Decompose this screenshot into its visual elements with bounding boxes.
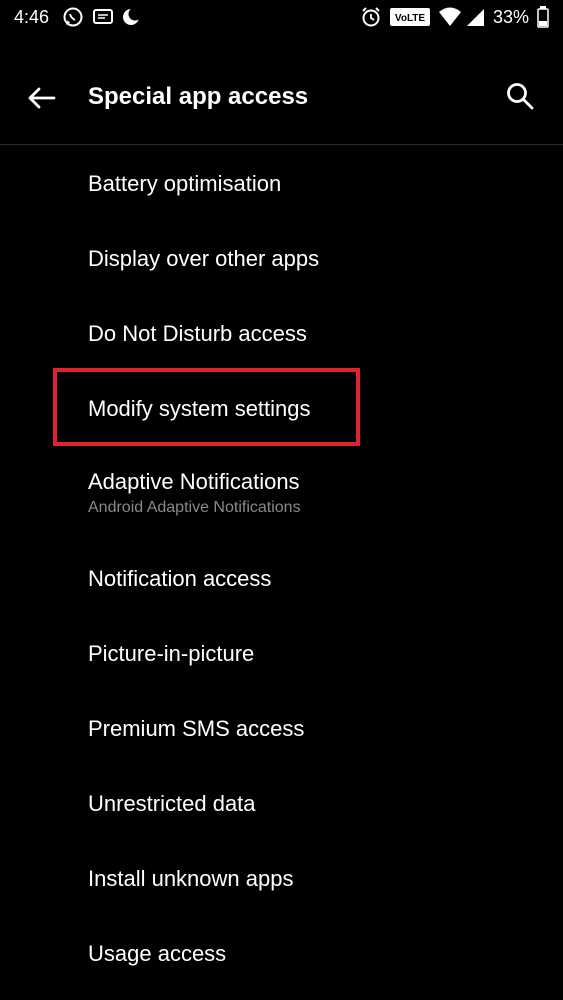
list-item-label: Install unknown apps (88, 866, 294, 891)
list-item-label: Display over other apps (88, 246, 320, 271)
search-icon (500, 83, 544, 124)
status-time: 4:46 (14, 7, 50, 27)
battery-icon (537, 6, 549, 33)
list-item-display-over-other-apps[interactable]: Display over other apps (0, 220, 563, 295)
list-item-label: Do Not Disturb access (88, 321, 307, 346)
list-item-do-not-disturb-access[interactable]: Do Not Disturb access (0, 295, 563, 370)
list-item-label: Usage access (88, 941, 227, 966)
signal-icon (466, 6, 486, 33)
list-item-adaptive-notifications[interactable]: Adaptive Notifications Android Adaptive … (0, 445, 563, 535)
back-button[interactable] (22, 78, 62, 118)
list-item-picture-in-picture[interactable]: Picture-in-picture (0, 615, 563, 690)
list-item-battery-optimisation[interactable]: Battery optimisation (0, 145, 563, 220)
list-item-label: Notification access (88, 566, 272, 591)
list-item-label: Unrestricted data (88, 791, 256, 816)
list-item-usage-access[interactable]: Usage access (0, 915, 563, 990)
list-item-modify-system-settings[interactable]: Modify system settings (0, 370, 563, 445)
search-button[interactable] (500, 76, 544, 120)
list-item-premium-sms-access[interactable]: Premium SMS access (0, 690, 563, 765)
alarm-icon (360, 6, 382, 33)
list-item-label: Premium SMS access (88, 716, 305, 741)
whatsapp-icon (62, 6, 84, 33)
wifi-icon (438, 6, 462, 33)
status-bar: 4:46 VoLTE 33% (0, 0, 563, 36)
volte-icon: VoLTE (390, 8, 430, 31)
page-title: Special app access (88, 83, 309, 110)
battery-percent: 33% (493, 7, 530, 27)
list-item-subtitle: Android Adaptive Notifications (88, 499, 301, 516)
message-icon (92, 6, 114, 33)
list-item-unrestricted-data[interactable]: Unrestricted data (0, 765, 563, 840)
list-item-notification-access[interactable]: Notification access (0, 540, 563, 615)
arrow-left-icon (22, 87, 62, 122)
volte-label: VoLTE (395, 13, 426, 24)
list-item-label: Adaptive Notifications (88, 469, 300, 494)
list-item-label: Battery optimisation (88, 171, 282, 196)
app-bar: Special app access (0, 60, 563, 136)
moon-icon (120, 6, 142, 33)
list-item-label: Picture-in-picture (88, 641, 255, 666)
list-item-label: Modify system settings (88, 396, 311, 421)
list-item-install-unknown-apps[interactable]: Install unknown apps (0, 840, 563, 915)
